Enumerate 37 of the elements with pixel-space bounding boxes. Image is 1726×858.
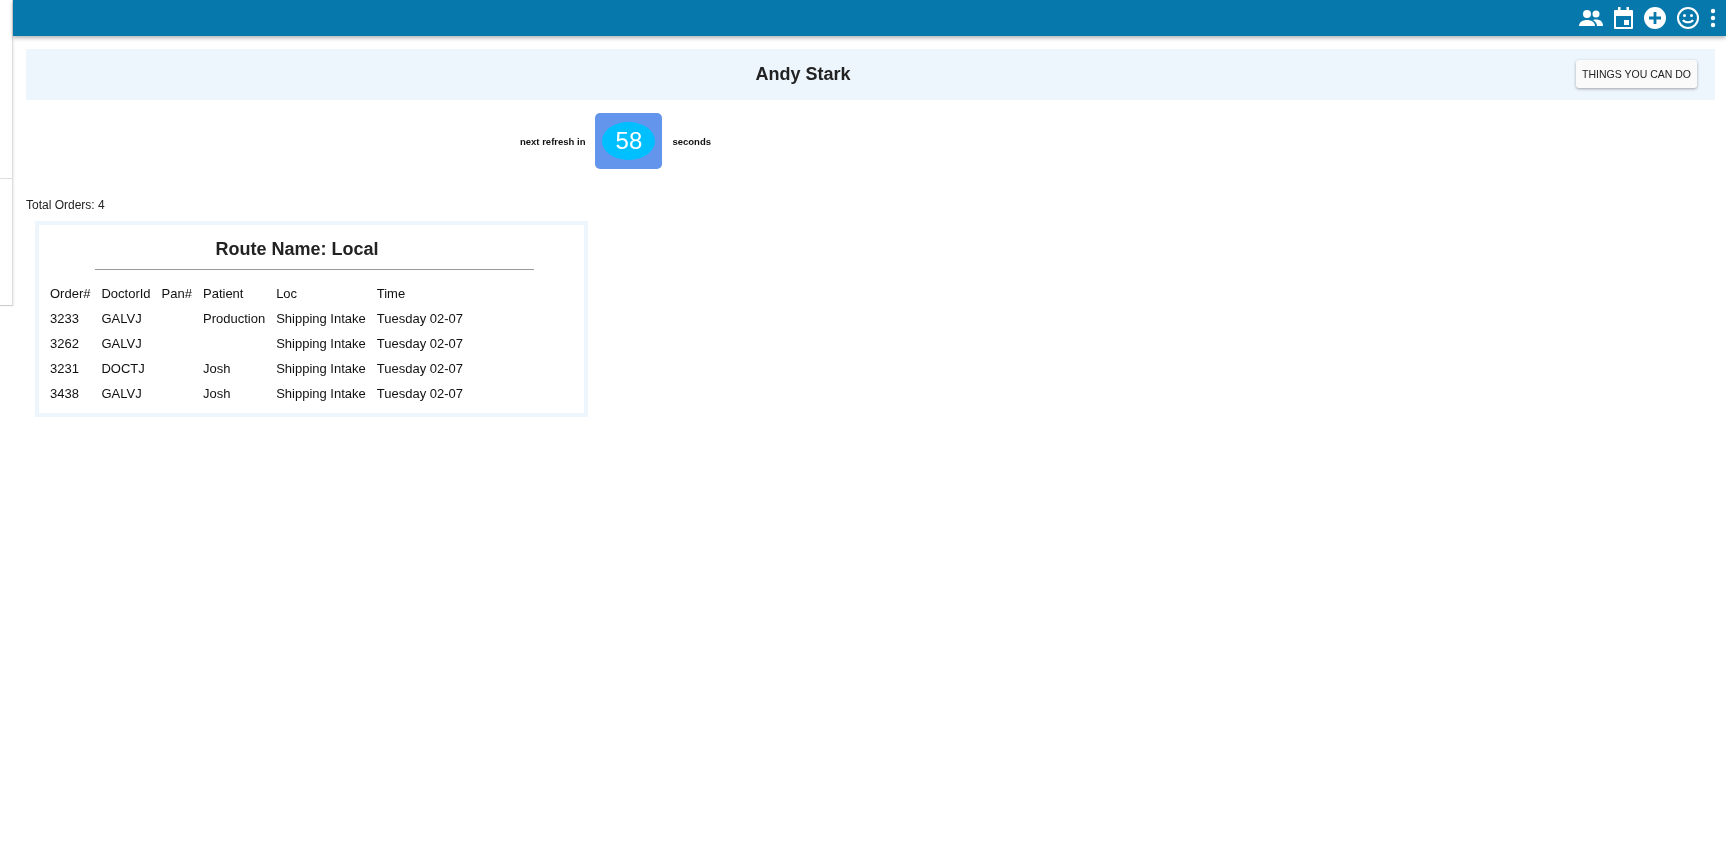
table-cell-text: Tuesday 02-07 [375,334,464,353]
table-cell-text: Josh [202,359,232,378]
table-cell-text: Shipping Intake [275,334,367,353]
column-header: Loc [275,284,299,303]
total-orders: Total Orders: 4 [26,198,106,212]
table-cell-text: Shipping Intake [275,384,367,403]
table-cell-text: Tuesday 02-07 [375,359,464,378]
column-header: Pan# [160,284,193,303]
add-icon[interactable] [1644,7,1666,29]
refresh-label: next refresh in [520,135,586,147]
table-cell-text: 3438 [49,384,80,403]
column-header: Order# [49,284,92,303]
table-cell-text: Production [202,309,267,328]
table-cell-text: 3233 [49,309,80,328]
table-cell-text: GALVJ [100,384,143,403]
table-cell-text: 3231 [49,359,80,378]
seconds-label: seconds [672,135,711,147]
table-cell-text: Tuesday 02-07 [375,309,464,328]
route-title: Route Name: Local [214,239,380,260]
user-name: Andy Stark [755,64,851,85]
table-cell-text: 3262 [49,334,80,353]
calendar-icon[interactable] [1614,7,1633,29]
more-icon[interactable] [1710,8,1716,28]
table-cell-text: GALVJ [100,334,143,353]
table-cell-text: GALVJ [100,309,143,328]
table-cell-text: Shipping Intake [275,359,367,378]
things-you-can-do-button[interactable]: THINGS YOU CAN DO [1576,60,1697,88]
column-header: Patient [202,284,245,303]
table-cell-text: Josh [202,384,232,403]
column-header: DoctorId [100,284,152,303]
table-cell-text: Shipping Intake [275,309,367,328]
people-icon[interactable] [1579,9,1603,27]
table-cell-text: DOCTJ [100,359,146,378]
countdown-number: 58 [602,122,656,160]
column-header: Time [375,284,407,303]
table-cell-text: Tuesday 02-07 [375,384,464,403]
smiley-icon[interactable] [1677,7,1699,29]
